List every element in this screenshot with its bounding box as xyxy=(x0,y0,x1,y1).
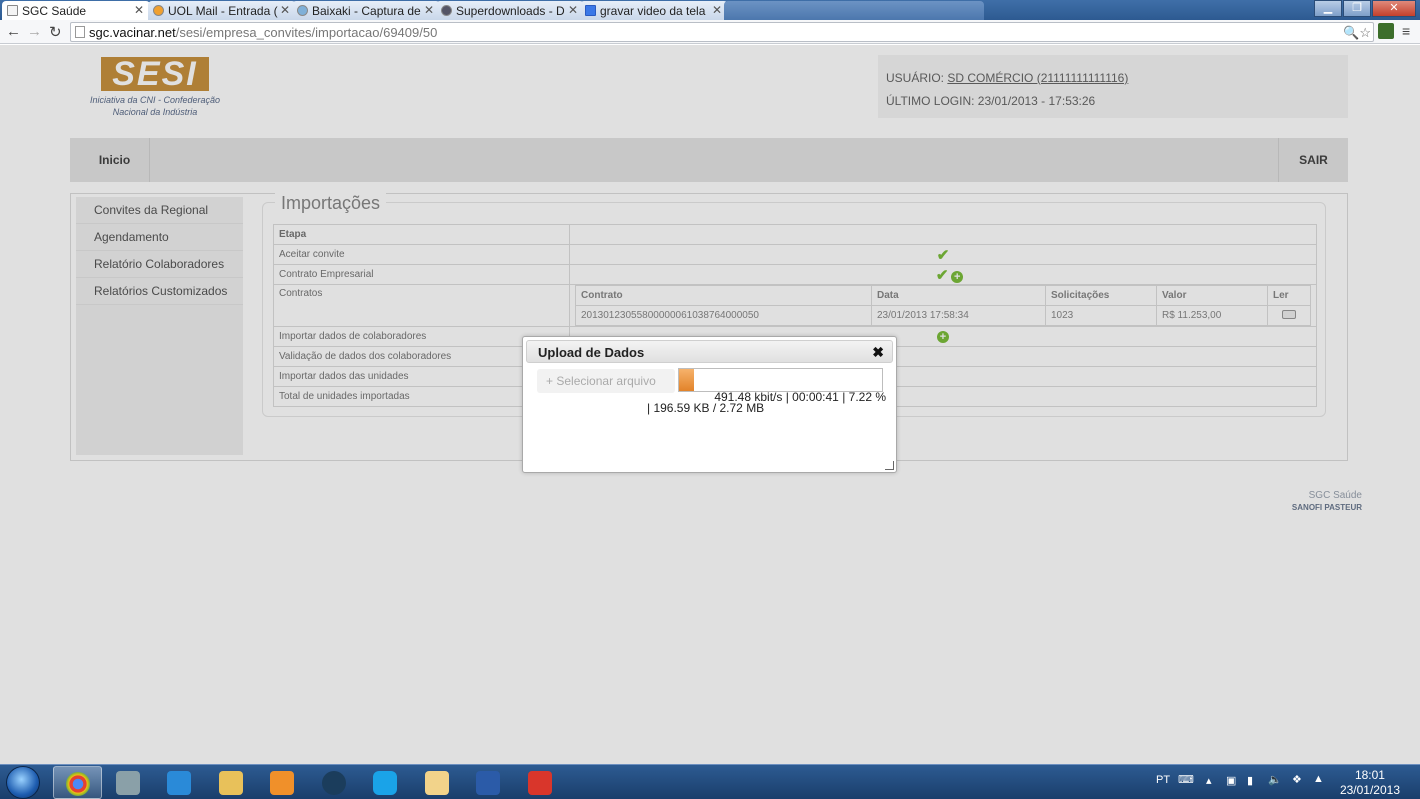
browser-toolbar: ← → ↻ sgc.vacinar.net/sesi/empresa_convi… xyxy=(0,20,1420,44)
media-player-icon xyxy=(270,771,294,795)
clock-time: 18:01 xyxy=(1354,768,1385,782)
taskbar-app[interactable] xyxy=(155,766,204,799)
tab-baixaki[interactable]: Baixaki - Captura de ✕ xyxy=(292,1,440,20)
tab-close-icon[interactable]: ✕ xyxy=(424,3,434,17)
back-arrow-icon[interactable]: ← xyxy=(6,23,21,40)
superdownloads-icon xyxy=(441,5,452,16)
taskbar-hp[interactable] xyxy=(310,766,359,799)
new-tab-button[interactable] xyxy=(724,1,984,20)
language-indicator[interactable]: PT xyxy=(1156,774,1170,786)
upload-status: 491.48 kbit/s | 00:00:41 | 7.22 % | 196.… xyxy=(641,391,886,415)
google-icon xyxy=(585,5,596,16)
window-close-icon[interactable]: ✕ xyxy=(1372,0,1416,17)
hp-icon xyxy=(322,771,346,795)
address-bar[interactable]: sgc.vacinar.net/sesi/empresa_convites/im… xyxy=(70,22,1374,42)
tray-app-icon[interactable]: ▣ xyxy=(1226,774,1236,787)
dropbox-icon[interactable]: ❖ xyxy=(1292,773,1302,786)
extension-icon[interactable] xyxy=(1378,23,1394,39)
forward-arrow-icon[interactable]: → xyxy=(27,23,42,40)
taskbar-media[interactable] xyxy=(258,766,307,799)
drive-icon[interactable]: ▲ xyxy=(1313,773,1324,785)
taskbar-chrome[interactable] xyxy=(53,766,102,799)
resize-handle[interactable] xyxy=(885,461,894,470)
taskbar-explorer[interactable] xyxy=(207,766,256,799)
plus-icon: + xyxy=(546,374,554,388)
tab-sgc-saude[interactable]: SGC Saúde ✕ xyxy=(2,1,150,21)
minimize-icon[interactable]: ▁ xyxy=(1314,0,1342,17)
mail-icon xyxy=(425,771,449,795)
tab-title: Baixaki - Captura de xyxy=(312,4,421,18)
skype-icon xyxy=(373,771,397,795)
tab-title: gravar video da tela xyxy=(600,4,706,18)
folder-icon xyxy=(219,771,243,795)
taskbar-recorder[interactable] xyxy=(516,766,565,799)
taskbar: PT ⌨ ▴ ▣ ▮ 🔈 ❖ ▲ 18:01 23/01/2013 xyxy=(0,764,1420,799)
tab-close-icon[interactable]: ✕ xyxy=(568,3,578,17)
dialog-title: Upload de Dados xyxy=(538,345,645,360)
tab-title: UOL Mail - Entrada ( xyxy=(168,4,278,18)
taskbar-word[interactable] xyxy=(464,766,513,799)
recorder-icon xyxy=(528,771,552,795)
dialog-header: Upload de Dados ✖ xyxy=(526,340,893,363)
tab-google-search[interactable]: gravar video da tela ✕ xyxy=(580,1,728,20)
tab-title: Superdownloads - D xyxy=(456,4,565,18)
taskbar-app[interactable] xyxy=(104,766,153,799)
tab-superdownloads[interactable]: Superdownloads - D ✕ xyxy=(436,1,584,20)
maximize-icon[interactable]: ❐ xyxy=(1343,0,1371,17)
select-file-label: Selecionar arquivo xyxy=(556,374,656,388)
taskbar-mail[interactable] xyxy=(413,766,462,799)
volume-icon[interactable]: 🔈 xyxy=(1268,773,1282,786)
zoom-star-icons[interactable]: 🔍☆ xyxy=(1343,25,1371,41)
upload-status-line2: | 196.59 KB / 2.72 MB xyxy=(647,401,765,415)
clock-date: 23/01/2013 xyxy=(1339,783,1400,797)
tray-expand-icon[interactable]: ▴ xyxy=(1206,774,1212,787)
tab-close-icon[interactable]: ✕ xyxy=(712,3,722,17)
start-button[interactable] xyxy=(6,766,40,799)
uol-icon xyxy=(153,5,164,16)
tab-uol-mail[interactable]: UOL Mail - Entrada ( ✕ xyxy=(148,1,296,20)
close-icon[interactable]: ✖ xyxy=(872,344,884,361)
page-icon xyxy=(7,5,18,16)
page-icon xyxy=(75,26,85,38)
tab-close-icon[interactable]: ✕ xyxy=(280,3,290,17)
progress-fill xyxy=(679,369,694,391)
select-file-button[interactable]: + Selecionar arquivo xyxy=(537,369,675,393)
menu-icon[interactable]: ≡ xyxy=(1402,23,1410,39)
keyboard-icon[interactable]: ⌨ xyxy=(1178,773,1194,786)
baixaki-icon xyxy=(297,5,308,16)
network-icon[interactable]: ▮ xyxy=(1247,774,1253,787)
word-icon xyxy=(476,771,500,795)
window-controls: ▁ ❐ ✕ xyxy=(1313,0,1416,17)
app-icon xyxy=(116,771,140,795)
reload-icon[interactable]: ↻ xyxy=(49,23,62,41)
tab-title: SGC Saúde xyxy=(22,4,87,18)
system-tray: PT ⌨ ▴ ▣ ▮ 🔈 ❖ ▲ 18:01 23/01/2013 xyxy=(1150,765,1420,799)
url-path: /sesi/empresa_convites/importacao/69409/… xyxy=(175,25,438,40)
upload-dialog: Upload de Dados ✖ + Selecionar arquivo 4… xyxy=(522,336,897,473)
chrome-icon xyxy=(66,772,90,796)
tab-strip: SGC Saúde ✕ UOL Mail - Entrada ( ✕ Baixa… xyxy=(0,0,1420,21)
taskbar-skype[interactable] xyxy=(361,766,410,799)
tab-close-icon[interactable]: ✕ xyxy=(134,3,144,17)
arrow-app-icon xyxy=(167,771,191,795)
url-host: sgc.vacinar.net xyxy=(89,25,176,40)
clock[interactable]: 18:01 23/01/2013 xyxy=(1340,768,1400,798)
upload-progress-bar xyxy=(678,368,883,392)
